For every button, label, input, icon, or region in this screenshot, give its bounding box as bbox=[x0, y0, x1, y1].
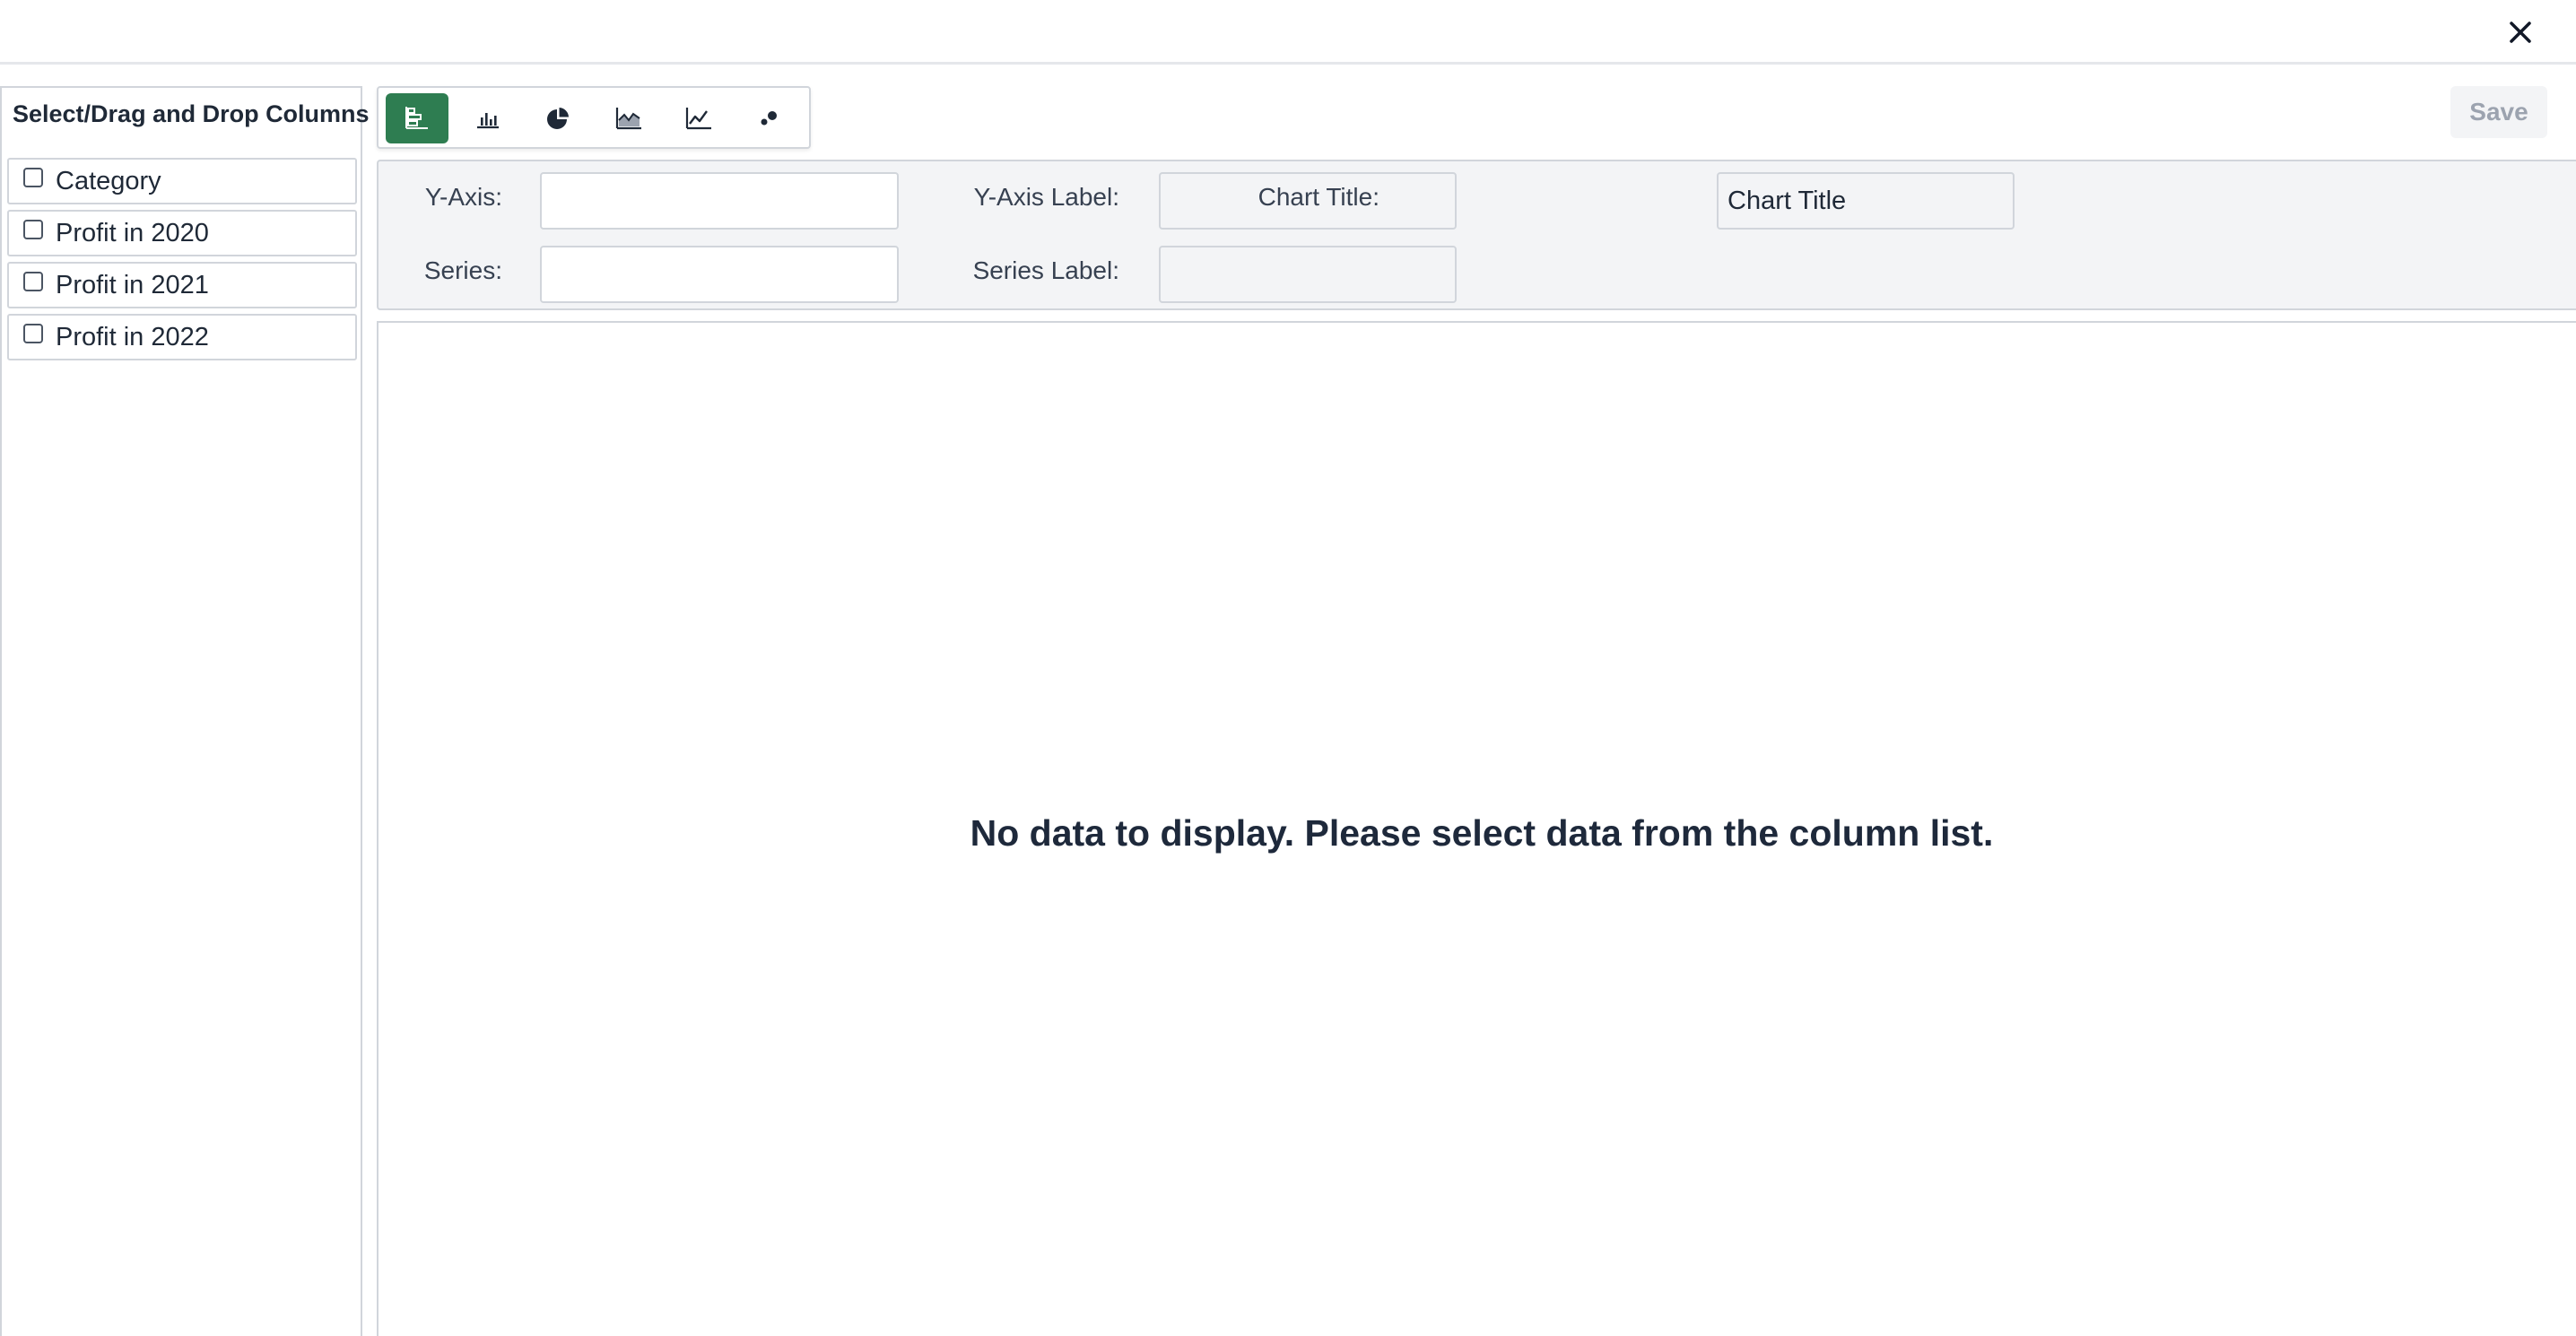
chart-type-pie-button[interactable] bbox=[527, 93, 589, 143]
column-item-category[interactable]: Category bbox=[7, 158, 357, 204]
chart-title-field[interactable] bbox=[1717, 172, 2015, 230]
empty-state-message: No data to display. Please select data f… bbox=[970, 812, 1994, 854]
column-checkbox[interactable] bbox=[23, 324, 43, 343]
chart-type-bar-button[interactable] bbox=[457, 93, 519, 143]
y-axis-field[interactable] bbox=[540, 172, 899, 230]
chart-title-label: Chart Title: bbox=[1258, 183, 1379, 211]
column-label: Profit in 2022 bbox=[56, 322, 209, 351]
dialog-header bbox=[0, 0, 2576, 65]
column-list-title: Select/Drag and Drop Columns bbox=[13, 100, 370, 127]
series-label: Series: bbox=[423, 256, 502, 284]
save-button[interactable]: Save bbox=[2450, 86, 2547, 138]
chart-type-scatter-button[interactable] bbox=[738, 93, 801, 143]
line-chart-icon bbox=[685, 108, 711, 130]
column-label: Profit in 2020 bbox=[56, 218, 209, 247]
column-item-profit-2022[interactable]: Profit in 2022 bbox=[7, 314, 357, 360]
column-label: Category bbox=[56, 166, 161, 195]
pie-chart-icon bbox=[547, 108, 569, 129]
column-checkbox[interactable] bbox=[23, 168, 43, 187]
column-checkbox[interactable] bbox=[23, 272, 43, 291]
chart-type-line-button[interactable] bbox=[667, 93, 730, 143]
scatter-chart-icon bbox=[761, 111, 777, 126]
close-icon bbox=[2510, 22, 2531, 43]
horizontal-bar-chart-icon bbox=[405, 107, 428, 129]
column-label: Profit in 2021 bbox=[56, 270, 209, 299]
chart-type-area-button[interactable] bbox=[597, 93, 660, 143]
column-checkbox[interactable] bbox=[23, 220, 43, 239]
series-field[interactable] bbox=[540, 246, 899, 303]
series-label-label: Series Label: bbox=[972, 256, 1119, 284]
chart-type-horizontal-bar-button[interactable] bbox=[386, 93, 448, 143]
series-label-field[interactable] bbox=[1159, 246, 1457, 303]
chart-config-panel: Y-Axis: Y-Axis Label: Chart Title: Serie… bbox=[377, 160, 2576, 310]
y-axis-label-label: Y-Axis Label: bbox=[973, 183, 1119, 211]
column-item-profit-2020[interactable]: Profit in 2020 bbox=[7, 210, 357, 256]
area-chart-icon bbox=[615, 108, 641, 130]
y-axis-label: Y-Axis: bbox=[424, 183, 502, 211]
chart-type-toolbar bbox=[377, 86, 811, 149]
bar-chart-icon bbox=[477, 113, 499, 129]
close-button[interactable] bbox=[2499, 11, 2542, 54]
column-list-panel: Select/Drag and Drop Columns Category Pr… bbox=[0, 86, 370, 1336]
column-item-profit-2021[interactable]: Profit in 2021 bbox=[7, 262, 357, 308]
chart-canvas: No data to display. Please select data f… bbox=[377, 321, 2576, 1336]
